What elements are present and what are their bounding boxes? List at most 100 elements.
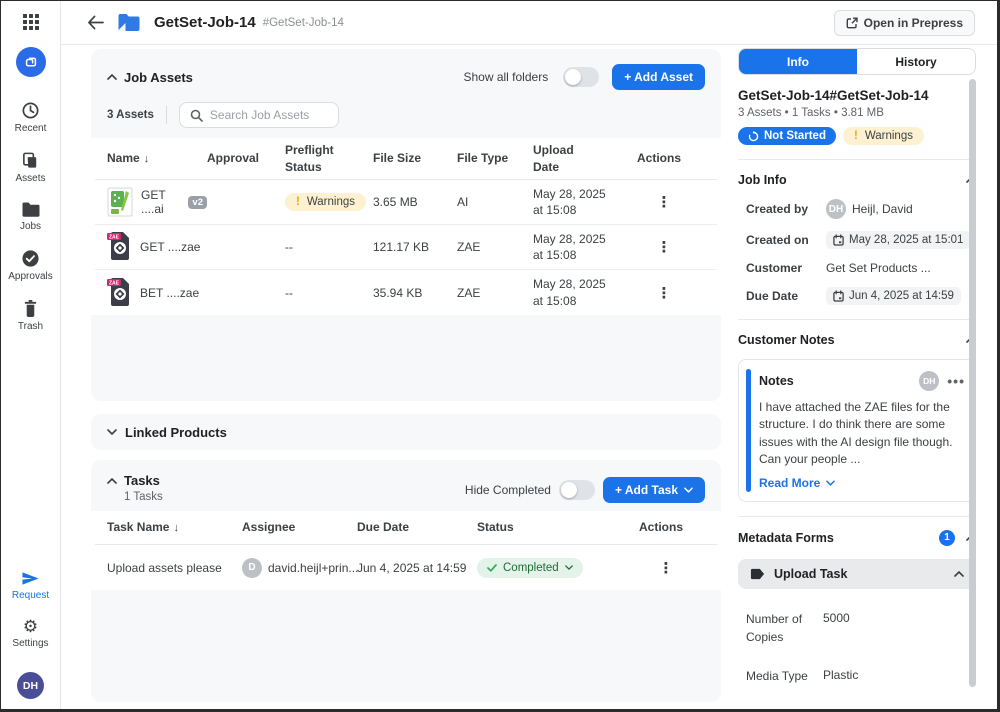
asset-row[interactable]: GET ....ai v2 !Warnings 3.65 MB AI May 2… xyxy=(95,180,717,225)
zae-file-icon: ZAE xyxy=(107,231,133,263)
open-in-prepress-label: Open in Prepress xyxy=(864,16,963,30)
job-title: GetSet-Job-14#GetSet-Job-14 xyxy=(738,88,976,103)
show-all-folders-toggle[interactable] xyxy=(563,67,599,87)
info-panel-tabs: Info History xyxy=(738,48,976,75)
column-header-assignee: Assignee xyxy=(242,519,357,535)
job-assets-card: Job Assets Show all folders + Add Asset … xyxy=(91,49,721,401)
chevron-down-icon xyxy=(684,487,693,493)
hide-completed-toggle[interactable] xyxy=(559,480,595,500)
tasks-card: Tasks 1 Tasks Hide Completed + Add Task xyxy=(91,460,721,702)
task-due-date: Jun 4, 2025 at 14:59 xyxy=(357,561,477,575)
sidebar-item-label: Request xyxy=(12,590,49,601)
task-row[interactable]: Upload assets please D david.heijl+prin.… xyxy=(95,545,717,590)
asset-search[interactable] xyxy=(179,102,339,128)
zae-file-icon: ZAE xyxy=(107,277,133,309)
note-card: Notes DH ••• I have attached the ZAE fil… xyxy=(738,359,976,502)
external-link-icon xyxy=(846,17,858,29)
asset-name: GET ....ai xyxy=(141,188,181,216)
column-header-preflight: Preflight Status xyxy=(285,142,347,174)
calendar-icon xyxy=(833,234,844,246)
folder-icon xyxy=(21,201,41,218)
tasks-title: Tasks xyxy=(124,473,160,488)
expand-chevron-icon[interactable] xyxy=(107,429,117,435)
user-avatar[interactable]: DH xyxy=(17,672,44,699)
form-title: Upload Task xyxy=(774,567,945,581)
divider xyxy=(738,319,976,320)
search-icon xyxy=(190,109,203,122)
tag-icon xyxy=(750,568,765,580)
upload-date: May 28, 2025 xyxy=(533,187,606,201)
sidebar-item-trash[interactable]: Trash xyxy=(18,299,43,332)
add-asset-label: + Add Asset xyxy=(624,70,693,84)
page-header: GetSet-Job-14 #GetSet-Job-14 Open in Pre… xyxy=(61,1,997,45)
note-accent-bar xyxy=(746,369,751,492)
read-more-link[interactable]: Read More xyxy=(759,476,965,490)
collapse-chevron-icon[interactable] xyxy=(107,478,117,484)
field-label: Number of Copies xyxy=(738,610,823,646)
panel-scrollbar[interactable] xyxy=(969,79,976,687)
calendar-icon xyxy=(833,290,844,302)
collapse-chevron-icon[interactable] xyxy=(954,571,964,577)
column-header-task-name[interactable]: Task Name↓ xyxy=(107,519,242,536)
app-window: Recent Assets Jobs Approvals Trash Reque… xyxy=(0,0,1000,712)
note-menu[interactable]: ••• xyxy=(947,373,965,389)
hide-completed-label: Hide Completed xyxy=(465,483,551,497)
sidebar-item-settings[interactable]: ⚙ Settings xyxy=(12,618,48,649)
task-table-header: Task Name↓ Assignee Due Date Status Acti… xyxy=(95,511,717,545)
divider xyxy=(738,159,976,160)
chevron-down-icon xyxy=(826,480,835,486)
due-date-chip: Jun 4, 2025 at 14:59 xyxy=(826,287,961,305)
row-actions-menu[interactable]: ⋮ xyxy=(623,193,705,211)
app-launcher-button[interactable] xyxy=(22,13,40,31)
linked-products-title: Linked Products xyxy=(125,425,227,440)
sidebar-item-label: Assets xyxy=(15,173,45,184)
row-actions-menu[interactable]: ⋮ xyxy=(627,559,705,577)
forms-count-badge: 1 xyxy=(939,530,955,546)
customer-value: Get Set Products ... xyxy=(826,261,931,275)
sidebar-item-request[interactable]: Request xyxy=(12,570,49,601)
add-asset-button[interactable]: + Add Asset xyxy=(612,64,705,90)
row-actions-menu[interactable]: ⋮ xyxy=(623,238,705,256)
asset-name: GET ....zae xyxy=(140,240,200,254)
back-arrow-icon[interactable] xyxy=(87,15,104,30)
sort-desc-icon: ↓ xyxy=(144,153,150,165)
file-size: 35.94 KB xyxy=(373,286,457,300)
note-text: I have attached the ZAE files for the st… xyxy=(759,399,965,469)
preflight-status: -- xyxy=(285,286,373,300)
asset-row[interactable]: ZAE BET ....zae -- 35.94 KB ZAE May 28, … xyxy=(95,270,717,315)
app-logo[interactable] xyxy=(16,47,46,77)
open-in-prepress-button[interactable]: Open in Prepress xyxy=(834,10,975,36)
asset-search-input[interactable] xyxy=(210,108,320,122)
sidebar-item-assets[interactable]: Assets xyxy=(15,151,45,184)
sidebar-item-label: Recent xyxy=(15,123,47,134)
note-author-avatar: DH xyxy=(919,371,939,391)
assignee-name: david.heijl+prin... xyxy=(268,561,358,575)
status-badge: Not Started xyxy=(738,127,836,145)
add-task-button[interactable]: + Add Task xyxy=(603,477,705,503)
sidebar-item-recent[interactable]: Recent xyxy=(15,101,47,134)
due-date-label: Due Date xyxy=(738,289,826,303)
field-value: 5000 xyxy=(823,610,850,646)
upload-time: at 15:08 xyxy=(533,203,576,217)
sidebar-item-approvals[interactable]: Approvals xyxy=(8,249,52,282)
warning-icon: ! xyxy=(854,130,858,142)
task-name: Upload assets please xyxy=(107,561,242,575)
row-actions-menu[interactable]: ⋮ xyxy=(623,284,705,302)
upload-task-form-header[interactable]: Upload Task xyxy=(738,559,976,589)
collapse-chevron-icon[interactable] xyxy=(107,74,117,80)
asset-row[interactable]: ZAE GET ....zae -- 121.17 KB ZAE May 28,… xyxy=(95,225,717,270)
preflight-status: -- xyxy=(285,240,373,254)
sidebar-item-label: Settings xyxy=(12,638,48,649)
tab-info[interactable]: Info xyxy=(739,49,857,74)
sidebar-item-jobs[interactable]: Jobs xyxy=(20,201,41,232)
tab-history[interactable]: History xyxy=(857,49,975,74)
copy-icon xyxy=(21,151,40,170)
linked-products-card[interactable]: Linked Products xyxy=(91,414,721,450)
file-type: ZAE xyxy=(457,286,533,300)
column-header-name[interactable]: Name↓ xyxy=(107,150,207,167)
sidebar-item-label: Approvals xyxy=(8,271,52,282)
column-header-due-date: Due Date xyxy=(357,519,477,535)
column-header-actions: Actions xyxy=(623,150,705,166)
task-status-dropdown[interactable]: Completed xyxy=(477,558,583,578)
creator-avatar: DH xyxy=(826,199,846,219)
